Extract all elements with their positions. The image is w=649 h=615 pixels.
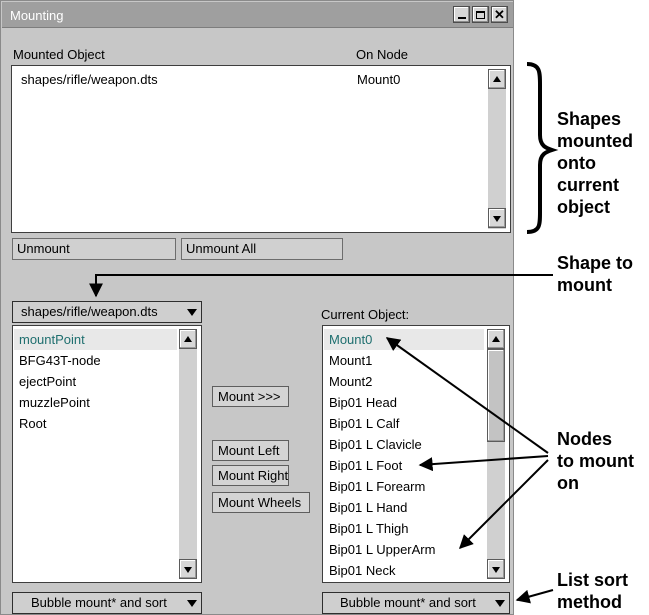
nodes-arrow-mount0 [385, 337, 549, 454]
annotation-mounted-shapes: Shapes mounted onto current object [557, 109, 633, 217]
nodes-arrow-upperarm [459, 459, 549, 549]
annotation-list-sort: List sort method [557, 570, 629, 612]
list-sort-arrow [515, 589, 554, 604]
shape-to-mount-arrow [89, 274, 553, 298]
annotation-nodes-to-mount: Nodes to mount on [557, 429, 634, 493]
brace-icon [526, 62, 559, 234]
annotation-shape-to-mount: Shape to mount [557, 253, 634, 295]
annotation-overlay [89, 62, 559, 604]
nodes-arrow-lfoot [418, 455, 549, 472]
